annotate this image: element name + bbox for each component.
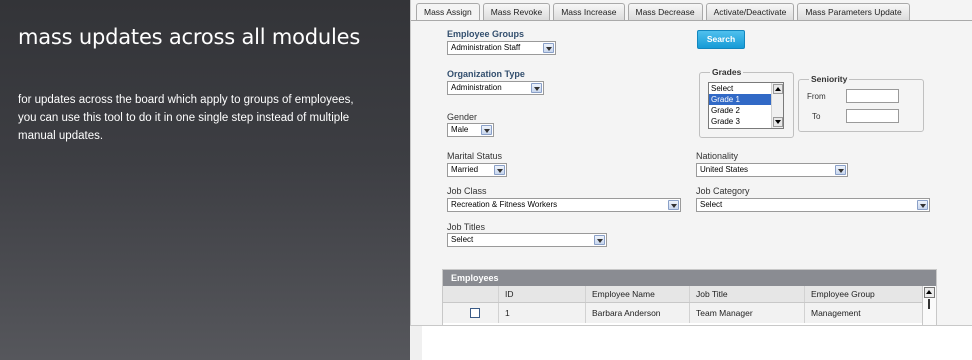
scroll-up-icon[interactable] [773, 84, 783, 94]
tab-bar: Mass Assign Mass Revoke Mass Increase Ma… [416, 3, 913, 20]
employee-groups-value: Administration Staff [451, 43, 521, 52]
chevron-down-icon [494, 165, 505, 175]
job-titles-label: Job Titles [447, 222, 486, 232]
grades-listbox[interactable]: Select Grade 1 Grade 2 Grade 3 [708, 82, 784, 129]
tab-mass-parameters-update[interactable]: Mass Parameters Update [797, 3, 910, 20]
gender-value: Male [451, 125, 469, 134]
chevron-down-icon [917, 200, 928, 210]
employee-groups-select[interactable]: Administration Staff [447, 41, 556, 55]
tab-mass-increase[interactable]: Mass Increase [553, 3, 625, 20]
tab-mass-assign[interactable]: Mass Assign [416, 3, 480, 20]
marital-status-value: Married [451, 165, 479, 174]
job-class-label: Job Class [447, 186, 487, 196]
table-row[interactable]: 1 Barbara Anderson Team Manager Manageme… [443, 303, 923, 323]
chevron-down-icon [668, 200, 679, 210]
gender-select[interactable]: Male [447, 123, 494, 137]
row-employee-name: Barbara Anderson [585, 303, 689, 323]
seniority-from-input[interactable] [846, 89, 899, 103]
tab-mass-revoke[interactable]: Mass Revoke [482, 3, 551, 20]
chevron-down-icon [835, 165, 846, 175]
employees-title: Employees [443, 270, 936, 286]
nationality-label: Nationality [696, 151, 739, 161]
row-job-title: Team Manager [689, 303, 804, 323]
seniority-to-input[interactable] [846, 109, 899, 123]
row-select-cell [443, 303, 498, 323]
select-column-header [443, 286, 498, 302]
scroll-thumb[interactable] [928, 299, 930, 309]
search-button[interactable]: Search [697, 30, 745, 49]
promo-panel: mass updates across all modules for upda… [0, 0, 410, 360]
scroll-up-icon[interactable] [924, 287, 935, 298]
chevron-down-icon [543, 43, 554, 53]
job-category-select[interactable]: Select [696, 198, 930, 212]
footer-strip [410, 326, 422, 360]
marital-status-select[interactable]: Married [447, 163, 507, 177]
chevron-down-icon [481, 125, 492, 135]
seniority-to-label: To [812, 112, 821, 121]
job-class-value: Recreation & Fitness Workers [451, 200, 558, 209]
job-class-select[interactable]: Recreation & Fitness Workers [447, 198, 681, 212]
row-checkbox[interactable] [470, 308, 480, 318]
chevron-down-icon [531, 83, 542, 93]
organization-type-select[interactable]: Administration [447, 81, 544, 95]
promo-description: for updates across the board which apply… [18, 94, 354, 142]
column-header-employee-group[interactable]: Employee Group [804, 286, 923, 302]
mass-update-window: Mass Assign Mass Revoke Mass Increase Ma… [410, 0, 972, 326]
row-id: 1 [498, 303, 585, 323]
grades-group: Grades Select Grade 1 Grade 2 Grade 3 [699, 67, 794, 138]
job-category-label: Job Category [696, 186, 750, 196]
job-titles-value: Select [451, 235, 474, 244]
nationality-value: United States [700, 165, 749, 174]
employees-header-row: ID Employee Name Job Title Employee Grou… [443, 286, 923, 303]
page-footer-area [410, 326, 972, 360]
column-header-employee-name[interactable]: Employee Name [585, 286, 689, 302]
column-header-job-title[interactable]: Job Title [689, 286, 804, 302]
seniority-legend: Seniority [809, 74, 850, 84]
employees-table: Employees ID Employee Name Job Title Emp… [442, 269, 937, 325]
nationality-select[interactable]: United States [696, 163, 848, 177]
scroll-down-icon[interactable] [773, 117, 783, 127]
employee-groups-label: Employee Groups [447, 29, 525, 39]
employees-scrollbar[interactable] [922, 286, 936, 325]
column-header-id[interactable]: ID [498, 286, 585, 302]
organization-type-label: Organization Type [447, 69, 525, 79]
grades-legend: Grades [710, 67, 744, 77]
row-employee-group: Management [804, 303, 923, 323]
tab-divider [411, 20, 972, 21]
job-titles-select[interactable]: Select [447, 233, 607, 247]
seniority-group: Seniority From To [798, 74, 924, 132]
organization-type-value: Administration [451, 83, 502, 92]
grades-scrollbar[interactable] [771, 83, 783, 128]
seniority-from-label: From [807, 92, 826, 101]
tab-activate-deactivate[interactable]: Activate/Deactivate [705, 3, 795, 20]
tab-mass-decrease[interactable]: Mass Decrease [627, 3, 703, 20]
gender-label: Gender [447, 112, 478, 122]
job-category-value: Select [700, 200, 723, 209]
promo-title: mass updates across all modules [18, 25, 361, 49]
marital-status-label: Marital Status [447, 151, 503, 161]
chevron-down-icon [594, 235, 605, 245]
